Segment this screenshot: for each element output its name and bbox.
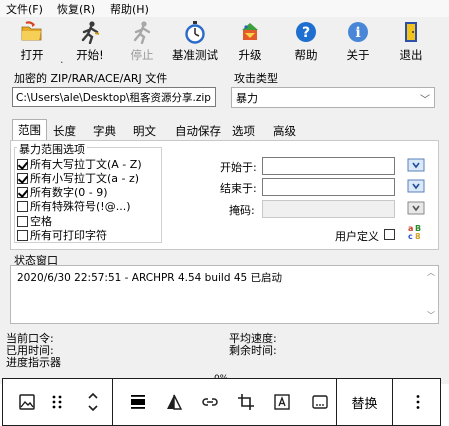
scroll-up-icon[interactable]: ︿ xyxy=(427,267,435,278)
tab-plaintext[interactable]: 明文 xyxy=(128,121,161,141)
exit-door-icon xyxy=(405,22,417,42)
svg-text:?: ? xyxy=(302,25,310,41)
average-speed-label: 平均速度: xyxy=(229,332,277,345)
stop-runner-icon xyxy=(133,21,151,44)
option-printable[interactable]: 所有可打印字符 xyxy=(17,227,107,242)
elapsed-time-label: 已用时间: xyxy=(6,344,54,357)
checkbox-special[interactable] xyxy=(17,201,28,212)
printable-label: 所有可打印字符 xyxy=(30,229,107,242)
attack-type-label: 攻击类型 xyxy=(234,72,278,85)
progress-indicator-label: 进度指示器 xyxy=(6,356,61,369)
about-button[interactable]: i 关于 xyxy=(330,17,386,65)
menu-bar: 文件(F) 恢复(R) 帮助(H) xyxy=(0,0,449,17)
svg-text:8: 8 xyxy=(415,232,421,241)
toolbar: 打开 . 开始! 停止 基准测试 升级 ? 帮助 i 关于 退出 xyxy=(0,17,449,66)
start-from-input[interactable] xyxy=(262,157,395,175)
drag-handle-icon[interactable] xyxy=(49,379,65,425)
info-icon: i xyxy=(348,22,368,42)
mask-label: 掩码: xyxy=(229,204,255,217)
option-digits[interactable]: 所有数字(0 - 9) xyxy=(17,184,108,199)
end-at-label: 结束于: xyxy=(220,182,257,195)
start-from-label: 开始于: xyxy=(220,161,257,174)
option-space[interactable]: 空格 xyxy=(17,213,52,228)
upgrade-label: 升级 xyxy=(238,48,262,62)
file-group-label: 加密的 ZIP/RAR/ACE/ARJ 文件 xyxy=(14,72,168,85)
tab-range[interactable]: 范围 xyxy=(12,119,47,141)
crop-icon[interactable] xyxy=(235,379,257,425)
menu-help[interactable]: 帮助(H) xyxy=(110,1,149,17)
scroll-down-icon[interactable]: ﹀ xyxy=(427,310,435,321)
checkbox-space[interactable] xyxy=(17,216,28,227)
open-folder-icon xyxy=(21,21,42,41)
tab-options[interactable]: 选项 xyxy=(227,121,260,141)
exit-label: 退出 xyxy=(399,48,423,62)
upgrade-button[interactable]: 升级 xyxy=(222,17,278,65)
range-options-title: 暴力范围选项 xyxy=(17,141,87,157)
tab-dictionary[interactable]: 字典 xyxy=(88,121,121,141)
archpr-window: 文件(F) 恢复(R) 帮助(H) 打开 . 开始! 停止 基准测试 升级 ? … xyxy=(0,0,449,384)
option-special[interactable]: 所有特殊符号(!@...) xyxy=(17,198,131,213)
about-label: 关于 xyxy=(346,48,370,62)
remaining-time-label: 剩余时间: xyxy=(229,344,277,357)
menu-file[interactable]: 文件(F) xyxy=(6,1,43,17)
move-up-down-icon[interactable] xyxy=(73,379,113,425)
link-icon[interactable] xyxy=(199,379,221,425)
user-defined-label: 用户定义 xyxy=(335,230,379,243)
help-label: 帮助 xyxy=(294,48,318,62)
open-button[interactable]: 打开 xyxy=(4,17,60,65)
duotone-filter-icon[interactable] xyxy=(163,379,185,425)
option-uppercase[interactable]: 所有大写拉丁文(A - Z) xyxy=(17,156,142,171)
mask-input[interactable] xyxy=(262,200,395,218)
svg-text:c: c xyxy=(408,232,413,241)
attack-type-value: 暴力 xyxy=(236,92,258,105)
checkbox-lowercase[interactable] xyxy=(17,173,28,184)
option-lowercase[interactable]: 所有小写拉丁文(a - z) xyxy=(17,170,139,185)
checkbox-uppercase[interactable] xyxy=(17,159,28,170)
more-vertical-icon[interactable] xyxy=(403,379,433,425)
status-log[interactable]: 2020/6/30 22:57:51 - ARCHPR 4.54 build 4… xyxy=(10,265,439,324)
attack-type-select[interactable]: 暴力 ﹀ xyxy=(231,87,435,108)
replace-button[interactable]: 替换 xyxy=(337,379,393,425)
checkbox-user-defined[interactable] xyxy=(384,229,395,240)
start-button[interactable]: 开始! xyxy=(62,17,118,65)
status-log-line: 2020/6/30 22:57:51 - ARCHPR 4.54 build 4… xyxy=(17,272,283,284)
checkbox-digits[interactable] xyxy=(17,187,28,198)
benchmark-button[interactable]: 基准测试 xyxy=(166,17,224,65)
help-button[interactable]: ? 帮助 xyxy=(278,17,334,65)
user-defined-checkbox[interactable] xyxy=(384,228,397,241)
text-overlay-icon[interactable] xyxy=(271,379,293,425)
tab-autosave[interactable]: 自动保存 xyxy=(170,121,226,141)
checkbox-printable[interactable] xyxy=(17,230,28,241)
tab-advanced[interactable]: 高级 xyxy=(268,121,301,141)
image-block-icon[interactable] xyxy=(17,379,37,425)
replace-label: 替换 xyxy=(351,396,378,412)
stopwatch-icon xyxy=(185,21,205,44)
range-panel: 暴力范围选项 所有大写拉丁文(A - Z) 所有小写拉丁文(a - z) 所有数… xyxy=(10,140,439,250)
tab-length[interactable]: 长度 xyxy=(48,121,81,141)
menu-recover[interactable]: 恢复(R) xyxy=(57,1,95,17)
end-charset-icon[interactable] xyxy=(407,179,425,193)
stop-label: 停止 xyxy=(130,48,154,62)
start-label: 开始! xyxy=(76,48,104,62)
more-options-box-icon[interactable] xyxy=(303,379,337,425)
charset-editor-icon[interactable]: a B c 8 xyxy=(407,223,423,241)
start-charset-icon[interactable] xyxy=(407,158,425,172)
chevron-down-icon: ﹀ xyxy=(420,95,430,106)
align-icon[interactable] xyxy=(127,379,149,425)
upgrade-icon xyxy=(242,23,258,40)
special-label: 所有特殊符号(!@...) xyxy=(30,200,131,213)
editor-block-toolbar: 替换 xyxy=(2,378,441,426)
benchmark-label: 基准测试 xyxy=(172,48,218,62)
end-at-input[interactable] xyxy=(262,178,395,196)
start-runner-icon xyxy=(81,21,100,44)
exit-button[interactable]: 退出 xyxy=(383,17,439,65)
svg-text:i: i xyxy=(355,25,360,41)
stop-button[interactable]: 停止 xyxy=(114,17,170,65)
file-path-field[interactable]: C:\Users\ale\Desktop\租客资源分享.zip xyxy=(12,87,216,107)
current-password-label: 当前口令: xyxy=(6,332,54,345)
help-icon: ? xyxy=(296,22,316,42)
open-label: 打开 xyxy=(20,48,44,62)
mask-charset-icon[interactable] xyxy=(407,201,425,215)
